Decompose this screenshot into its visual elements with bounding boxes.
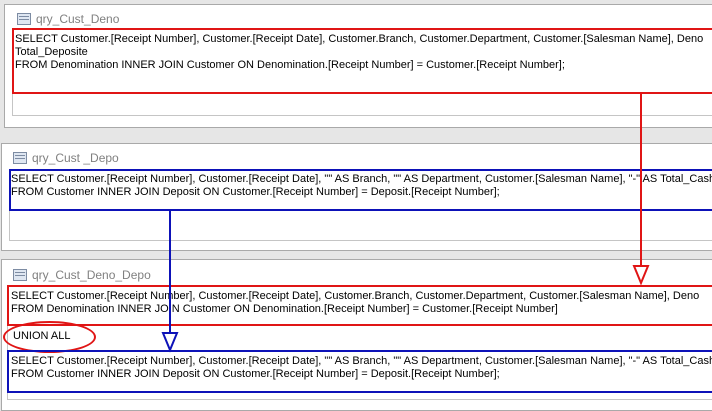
annotation-arrows (161, 94, 650, 353)
red-arrow (632, 94, 650, 286)
blue-arrow (161, 211, 179, 353)
